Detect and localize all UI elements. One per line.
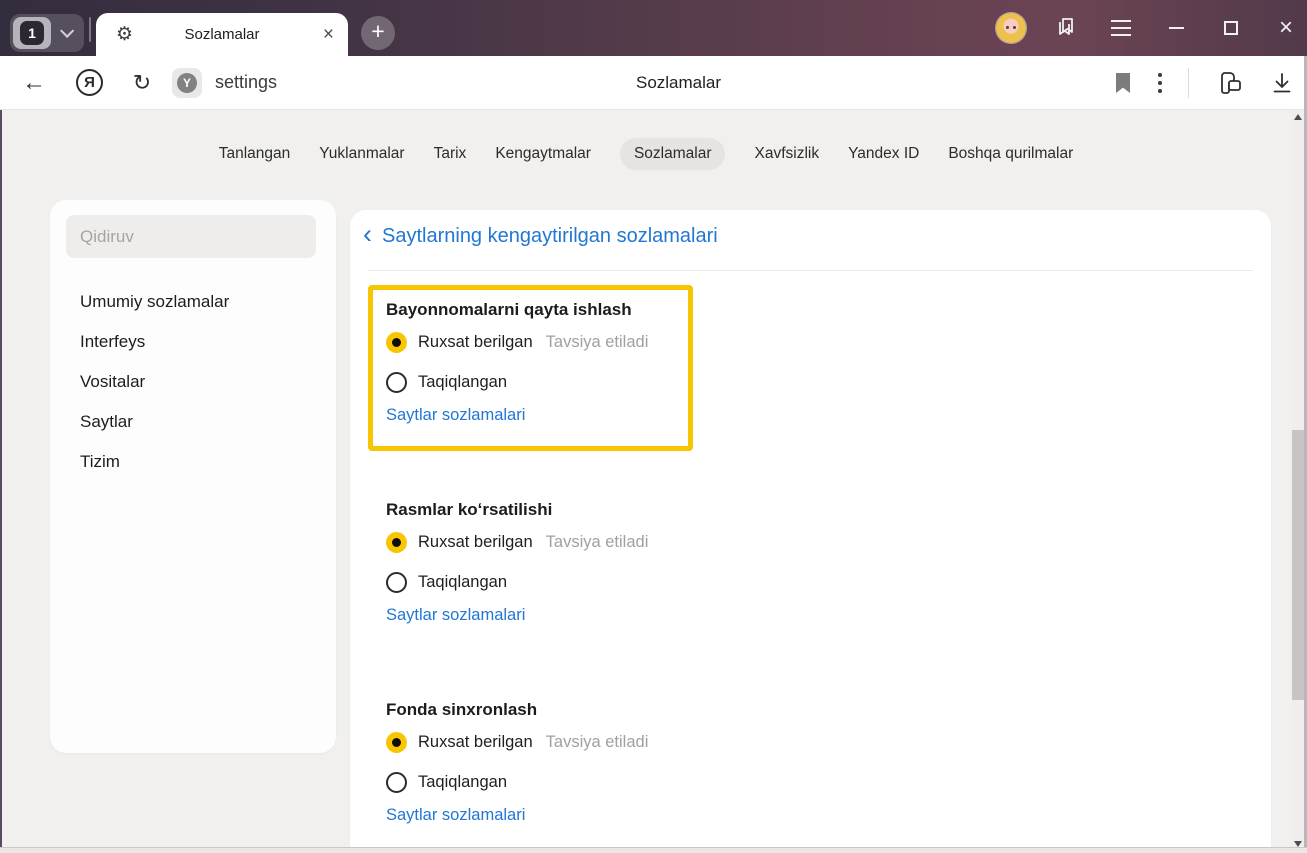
- radio-unselected-icon[interactable]: [386, 571, 407, 593]
- nav-tab-boshqa-qurilmalar[interactable]: Boshqa qurilmalar: [948, 138, 1073, 170]
- sidebar-menu: Umumiy sozlamalar Interfeys Vositalar Sa…: [50, 282, 336, 482]
- option-label: Taqiqlangan: [418, 372, 507, 391]
- settings-main-panel: ‹ Saytlarning kengaytirilgan sozlamalari…: [350, 210, 1271, 853]
- radio-selected-icon[interactable]: [386, 531, 407, 553]
- section-rasmlar-korsatilishi: Rasmlar koʻrsatilishi Ruxsat berilgan Ta…: [368, 485, 693, 651]
- sidebar-item-vositalar[interactable]: Vositalar: [50, 362, 336, 402]
- nav-tab-yuklanmalar[interactable]: Yuklanmalar: [319, 138, 404, 170]
- section-bayonnomalarni-qayta-ishlash: Bayonnomalarni qayta ishlash Ruxsat beri…: [368, 285, 693, 451]
- nav-tab-yandex-id[interactable]: Yandex ID: [848, 138, 919, 170]
- tab-counter-button[interactable]: 1: [10, 14, 84, 52]
- menu-icon[interactable]: [1106, 13, 1136, 43]
- sidebar-item-tizim[interactable]: Tizim: [50, 442, 336, 482]
- site-settings-link[interactable]: Saytlar sozlamalari: [386, 406, 525, 425]
- scrollbar-thumb[interactable]: [1292, 430, 1304, 700]
- nav-tab-tanlangan[interactable]: Tanlangan: [219, 138, 291, 170]
- radio-option-blocked[interactable]: Taqiqlangan: [386, 562, 675, 602]
- tab-title: Sozlamalar: [184, 26, 260, 43]
- search-input[interactable]: [66, 215, 316, 258]
- protect-icon: Y: [177, 72, 197, 93]
- window-maximize-button[interactable]: [1216, 13, 1246, 43]
- tab-count-badge: 1: [20, 21, 44, 45]
- back-button[interactable]: ←: [22, 69, 46, 97]
- bookmarks-panel-icon[interactable]: [1051, 13, 1081, 43]
- refresh-button[interactable]: ↻: [130, 70, 154, 96]
- radio-option-allowed[interactable]: Ruxsat berilgan Tavsiya etiladi: [386, 722, 675, 762]
- scrollbar-up-arrow-icon[interactable]: [1294, 114, 1302, 120]
- nav-tab-sozlamalar[interactable]: Sozlamalar: [619, 138, 726, 170]
- radio-selected-icon[interactable]: [386, 331, 407, 353]
- window-frame-left: [0, 110, 2, 853]
- site-settings-link[interactable]: Saytlar sozlamalari: [386, 806, 525, 825]
- site-info-badge[interactable]: Y: [172, 67, 202, 98]
- site-settings-link[interactable]: Saytlar sozlamalari: [386, 606, 525, 625]
- toolbar-separator: [1188, 68, 1189, 98]
- back-heading-link[interactable]: ‹ Saytlarning kengaytirilgan sozlamalari: [363, 219, 718, 249]
- section-fonda-sinxronlash: Fonda sinxronlash Ruxsat berilgan Tavsiy…: [368, 685, 693, 851]
- extensions-icon[interactable]: [1215, 69, 1245, 97]
- option-label: Ruxsat berilgan: [418, 532, 533, 551]
- recommended-note: Tavsiya etiladi: [545, 332, 649, 351]
- yandex-logo-icon[interactable]: Я: [76, 69, 103, 96]
- settings-page: Tanlangan Yuklanmalar Tarix Kengaytmalar…: [0, 110, 1307, 853]
- recommended-note: Tavsiya etiladi: [545, 732, 649, 751]
- sidebar-item-interfeys[interactable]: Interfeys: [50, 322, 336, 362]
- radio-option-blocked[interactable]: Taqiqlangan: [386, 762, 675, 802]
- new-tab-button[interactable]: +: [361, 16, 395, 50]
- profile-avatar[interactable]: [996, 13, 1026, 43]
- browser-topbar: 1 ⚙ Sozlamalar × + ×: [0, 0, 1307, 56]
- window-minimize-button[interactable]: [1161, 13, 1191, 43]
- topbar-divider: [89, 17, 91, 42]
- downloads-icon[interactable]: [1271, 71, 1293, 95]
- radio-unselected-icon[interactable]: [386, 371, 407, 393]
- radio-option-allowed[interactable]: Ruxsat berilgan Tavsiya etiladi: [386, 322, 675, 362]
- omnibox-page-title: Sozlamalar: [635, 72, 722, 92]
- option-label: Taqiqlangan: [418, 572, 507, 591]
- browser-window: 1 ⚙ Sozlamalar × + × ← Я ↻ Y settings So…: [0, 0, 1307, 853]
- window-close-button[interactable]: ×: [1271, 13, 1301, 43]
- chevron-down-icon: [60, 23, 75, 38]
- section-title: Rasmlar koʻrsatilishi: [386, 500, 553, 519]
- settings-nav: Tanlangan Yuklanmalar Tarix Kengaytmalar…: [0, 138, 1292, 170]
- tab-close-icon[interactable]: ×: [323, 25, 334, 44]
- sidebar-item-umumiy-sozlamalar[interactable]: Umumiy sozlamalar: [50, 282, 336, 322]
- toolbar-right-controls: [1114, 56, 1293, 110]
- section-title: Fonda sinxronlash: [386, 700, 538, 719]
- bookmark-icon[interactable]: [1114, 72, 1132, 94]
- settings-sidebar: Umumiy sozlamalar Interfeys Vositalar Sa…: [50, 200, 336, 753]
- browser-toolbar: ← Я ↻ Y settings Sozlamalar: [0, 56, 1307, 110]
- page-title: Saytlarning kengaytirilgan sozlamalari: [382, 224, 718, 247]
- chevron-left-icon: ‹: [363, 219, 372, 249]
- sidebar-item-saytlar[interactable]: Saytlar: [50, 402, 336, 442]
- avatar: [996, 13, 1026, 43]
- window-frame-bottom: [0, 847, 1307, 853]
- address-url[interactable]: settings: [215, 72, 277, 93]
- scrollbar[interactable]: [1292, 110, 1304, 853]
- option-label: Ruxsat berilgan: [418, 332, 533, 351]
- browser-tab-active[interactable]: ⚙ Sozlamalar ×: [96, 13, 348, 56]
- nav-tab-tarix[interactable]: Tarix: [434, 138, 467, 170]
- option-label: Taqiqlangan: [418, 772, 507, 791]
- nav-tab-kengaytmalar[interactable]: Kengaytmalar: [495, 138, 591, 170]
- radio-selected-icon[interactable]: [386, 731, 407, 753]
- more-options-icon[interactable]: [1158, 73, 1162, 93]
- topbar-right-controls: ×: [996, 0, 1301, 56]
- recommended-note: Tavsiya etiladi: [545, 532, 649, 551]
- radio-option-allowed[interactable]: Ruxsat berilgan Tavsiya etiladi: [386, 522, 675, 562]
- radio-unselected-icon[interactable]: [386, 771, 407, 793]
- divider: [368, 270, 1253, 271]
- option-label: Ruxsat berilgan: [418, 732, 533, 751]
- radio-option-blocked[interactable]: Taqiqlangan: [386, 362, 675, 402]
- section-title: Bayonnomalarni qayta ishlash: [386, 300, 632, 319]
- nav-tab-xavfsizlik[interactable]: Xavfsizlik: [754, 138, 819, 170]
- tab-counter-chip: 1: [13, 17, 51, 49]
